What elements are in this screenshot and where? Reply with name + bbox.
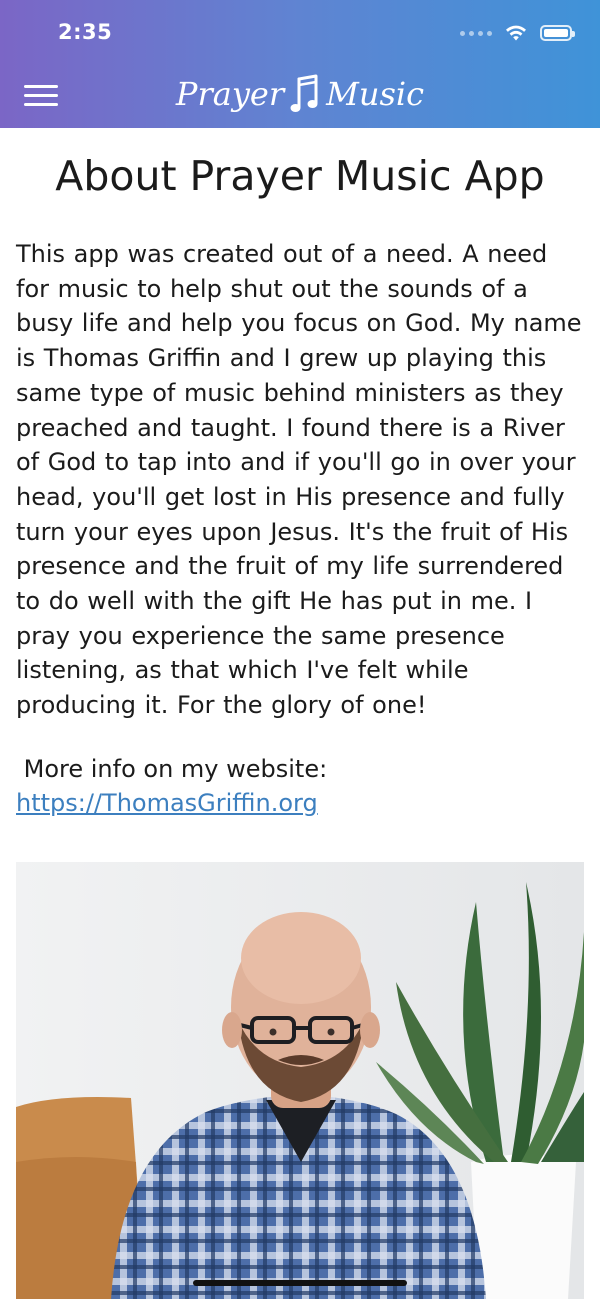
website-link[interactable]: https://ThomasGriffin.org (16, 786, 318, 820)
app-header: 2:35 Prayer Music (0, 0, 600, 128)
brand-word-prayer: Prayer (175, 75, 285, 113)
music-note-icon (290, 74, 318, 112)
about-paragraph: This app was created out of a need. A ne… (16, 240, 582, 720)
status-time: 2:35 (58, 20, 113, 44)
page-title: About Prayer Music App (55, 152, 545, 200)
app-logo: Prayer Music (0, 70, 600, 118)
more-info-label: More info on my website: (16, 755, 328, 783)
home-indicator (193, 1280, 407, 1286)
status-icons (460, 20, 575, 46)
portrait-photo (16, 862, 584, 1299)
wifi-icon (506, 25, 526, 41)
portrait-illustration (16, 862, 584, 1299)
brand-word-music: Music (326, 75, 425, 113)
battery-icon (540, 25, 575, 41)
cellular-dots-icon (460, 30, 492, 36)
